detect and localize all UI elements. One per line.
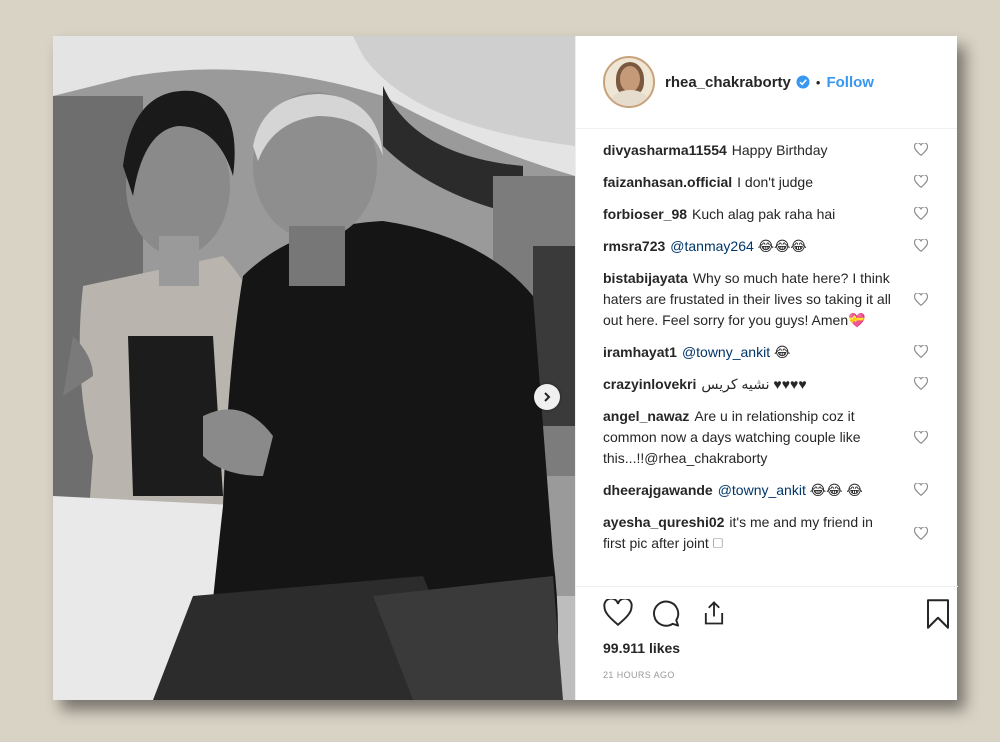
verified-badge-icon [796, 75, 810, 89]
comment-username[interactable]: faizanhasan.official [603, 174, 732, 190]
post-photo[interactable] [53, 36, 575, 700]
comment-text: Happy Birthday [731, 142, 828, 158]
comment-text: 😂 [773, 344, 791, 360]
post-actions-bar [576, 586, 958, 629]
next-photo-button[interactable] [534, 384, 560, 410]
comment-item: crazyinlovekri نشیه کریس ♥♥♥♥ [603, 374, 933, 395]
comment-text: نشیه کریس ♥♥♥♥ [701, 376, 807, 392]
comment-item: ayesha_qureshi02 it's me and my friend in… [603, 512, 933, 554]
comment-item: rmsra723 @tanmay264 😂😂😂 [603, 236, 933, 257]
heart-icon[interactable] [914, 526, 928, 540]
heart-icon[interactable] [914, 483, 928, 496]
follow-button[interactable]: Follow [826, 74, 874, 91]
chevron-right-icon [544, 392, 551, 402]
post-header: rhea_chakraborty • Follow [576, 36, 957, 129]
heart-icon[interactable] [603, 599, 633, 626]
post-photo-image [53, 36, 575, 700]
comment-mention[interactable]: @tanmay264 [670, 238, 753, 254]
comment-item: bistabijayata Why so much hate here? I th… [603, 268, 933, 331]
heart-icon[interactable] [914, 175, 928, 188]
heart-icon[interactable] [914, 207, 928, 220]
heart-icon[interactable] [914, 293, 928, 306]
comment-username[interactable]: angel_nawaz [603, 408, 689, 424]
heart-icon[interactable] [914, 345, 928, 358]
comment-item: faizanhasan.official I don't judge [603, 172, 933, 193]
comment-text: 😂😂 😂 [809, 482, 863, 498]
post-username[interactable]: rhea_chakraborty [665, 74, 791, 91]
instagram-post-card: rhea_chakraborty • Follow divyasharma115… [53, 36, 958, 700]
heart-icon[interactable] [914, 239, 928, 252]
comment-mention[interactable]: @towny_ankit [718, 482, 806, 498]
comment-item: divyasharma11554 Happy Birthday [603, 140, 933, 161]
post-side-panel: rhea_chakraborty • Follow divyasharma115… [575, 36, 958, 700]
comment-username[interactable]: bistabijayata [603, 270, 688, 286]
comment-username[interactable]: ayesha_qureshi02 [603, 514, 724, 530]
comment-item: forbioser_98 Kuch alag pak raha hai [603, 204, 933, 225]
comment-item: dheerajgawande @towny_ankit 😂😂 😂 [603, 480, 933, 501]
comment-username[interactable]: divyasharma11554 [603, 142, 727, 158]
heart-icon[interactable] [914, 377, 928, 390]
comment-text: I don't judge [737, 174, 814, 190]
comment-mention[interactable]: @towny_ankit [682, 344, 770, 360]
post-timestamp: 21 HOURS AGO [603, 670, 675, 680]
bookmark-icon[interactable] [925, 599, 951, 629]
comment-text: Kuch alag pak raha hai [692, 206, 836, 222]
comment-item: angel_nawaz Are u in relationship coz it … [603, 406, 933, 469]
separator-dot: • [815, 74, 821, 90]
comment-username[interactable]: iramhayat1 [603, 344, 677, 360]
comment-item: iramhayat1 @towny_ankit 😂 [603, 342, 933, 363]
avatar[interactable] [603, 56, 655, 108]
comment-username[interactable]: rmsra723 [603, 238, 665, 254]
comment-icon[interactable] [651, 599, 681, 628]
comment-username[interactable]: forbioser_98 [603, 206, 687, 222]
likes-count[interactable]: 99.911 likes [603, 640, 680, 656]
share-icon[interactable] [700, 599, 728, 627]
comments-list: divyasharma11554 Happy Birthday faizanhas… [603, 140, 933, 565]
comment-username[interactable]: dheerajgawande [603, 482, 713, 498]
heart-icon[interactable] [914, 143, 928, 156]
comment-text: 😂😂😂 [757, 238, 807, 254]
heart-icon[interactable] [914, 431, 928, 444]
comment-username[interactable]: crazyinlovekri [603, 376, 696, 392]
